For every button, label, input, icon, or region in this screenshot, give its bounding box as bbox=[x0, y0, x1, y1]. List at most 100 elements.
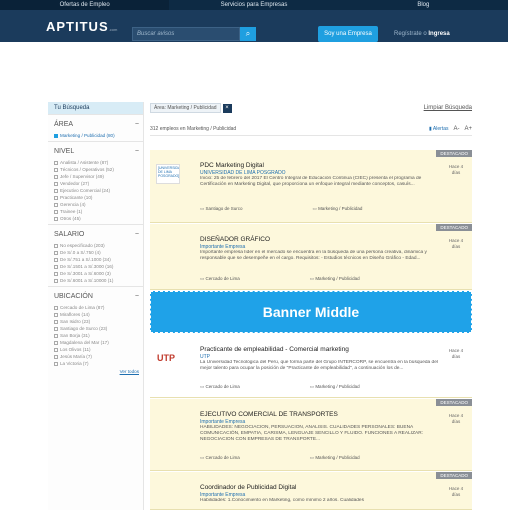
company-logo: [UNIVERSIDAD DE LIMA POSGRADO] bbox=[156, 164, 180, 184]
job-title[interactable]: Practicante de empleabilidad - Comercial… bbox=[200, 346, 349, 353]
clear-search-link[interactable]: Limpiar Búsqueda bbox=[424, 105, 472, 111]
job-area: Marketing / Publicidad bbox=[310, 276, 359, 282]
logo-subtext: .com bbox=[108, 27, 118, 32]
job-card[interactable]: DESTACADO EJECUTIVO COMERCIAL DE TRANSPO… bbox=[150, 399, 472, 471]
sidebar-title: Tu Búsqueda bbox=[48, 102, 143, 114]
checkbox-icon bbox=[54, 312, 58, 317]
font-increase-button[interactable]: A+ bbox=[464, 126, 472, 132]
job-location: Cercado de Lima bbox=[200, 455, 240, 461]
checkbox-icon bbox=[54, 188, 58, 193]
nav-ofertas-empleo[interactable]: Ofertas de Empleo bbox=[0, 0, 170, 10]
filter-option[interactable]: Jefe / Supervisor (49) bbox=[54, 173, 139, 180]
checkbox-icon bbox=[54, 319, 58, 324]
checkbox-icon bbox=[54, 202, 58, 207]
checkbox-icon bbox=[54, 354, 58, 359]
checkbox-icon bbox=[54, 271, 58, 276]
destacado-badge: DESTACADO bbox=[436, 399, 472, 406]
job-card[interactable]: DESTACADO [UNIVERSIDAD DE LIMA POSGRADO]… bbox=[150, 150, 472, 223]
posted-age: Hace 4 días bbox=[448, 413, 464, 424]
job-title[interactable]: DISEÑADOR GRÁFICO bbox=[200, 236, 270, 243]
filter-option[interactable]: Miraflores (14) bbox=[54, 311, 139, 318]
filter-option[interactable]: De S/.0 a S/.750 (4) bbox=[54, 249, 139, 256]
register-link[interactable]: Regístrate bbox=[394, 31, 422, 37]
posted-age: Hace 4 días bbox=[448, 164, 464, 175]
filter-option[interactable]: Ejecutivo Comercial (24) bbox=[54, 187, 139, 194]
aptitus-logo[interactable]: APTITUS.com bbox=[46, 19, 117, 34]
job-title[interactable]: EJECUTIVO COMERCIAL DE TRANSPORTES bbox=[200, 411, 338, 418]
filter-option[interactable]: No especificado (203) bbox=[54, 242, 139, 249]
search-input[interactable]: Buscar avisos bbox=[132, 27, 240, 41]
filter-option[interactable]: De S/.6001 a S/.10000 (1) bbox=[54, 277, 139, 284]
job-title[interactable]: Coordinador de Publicidad Digital bbox=[200, 484, 296, 491]
filter-option[interactable]: De S/.3001 a S/.6000 (3) bbox=[54, 270, 139, 277]
checkbox-icon bbox=[54, 340, 58, 345]
search-button[interactable]: ⌕ bbox=[240, 27, 256, 41]
filter-heading[interactable]: UBICACIÓN − bbox=[54, 293, 139, 300]
checkbox-icon bbox=[54, 216, 58, 221]
filter-nivel: NIVEL − Analista / Asistente (87) Técnico… bbox=[48, 141, 143, 224]
filter-ubicacion: UBICACIÓN − Cercado de Lima (87) Miraflor… bbox=[48, 286, 143, 376]
checkbox-icon bbox=[54, 257, 58, 262]
collapse-icon[interactable]: − bbox=[135, 121, 139, 128]
soy-empresa-button[interactable]: Soy una Empresa bbox=[318, 26, 378, 42]
filter-option[interactable]: Otros (45) bbox=[54, 215, 139, 222]
job-description: Inicio: 25 de febrero del 2017 El Centro… bbox=[200, 176, 422, 187]
collapse-icon[interactable]: − bbox=[135, 148, 139, 155]
remove-filter-button[interactable]: × bbox=[222, 103, 232, 113]
checkbox-icon bbox=[54, 181, 58, 186]
checkbox-icon bbox=[54, 160, 58, 165]
filter-option[interactable]: Santiago de Surco (23) bbox=[54, 325, 139, 332]
job-area: Marketing / Publicidad bbox=[313, 206, 362, 212]
job-card[interactable]: UTP Practicante de empleabilidad - Comer… bbox=[150, 338, 472, 398]
filter-sidebar: Tu Búsqueda ÁREA − Marketing / Publicidad… bbox=[48, 102, 144, 510]
nav-servicios-empresas[interactable]: Servicios para Empresas bbox=[169, 0, 338, 10]
bell-icon: ▮ bbox=[429, 125, 432, 132]
posted-age: Hace 4 días bbox=[448, 348, 464, 359]
filter-option[interactable]: Vendedor (27) bbox=[54, 180, 139, 187]
alertas-link[interactable]: ▮ Alertas bbox=[429, 126, 448, 132]
checkbox-icon bbox=[54, 250, 58, 255]
filter-option[interactable]: Analista / Asistente (87) bbox=[54, 159, 139, 166]
destacado-badge: DESTACADO bbox=[436, 224, 472, 231]
nav-blog[interactable]: Blog bbox=[339, 0, 508, 10]
job-meta: Cercado de Lima Marketing / Publicidad bbox=[200, 276, 360, 282]
collapse-icon[interactable]: − bbox=[135, 231, 139, 238]
filter-option[interactable]: De S/.751 a S/.1000 (34) bbox=[54, 256, 139, 263]
job-card[interactable]: DESTACADO DISEÑADOR GRÁFICO Importante E… bbox=[150, 224, 472, 290]
filter-option[interactable]: De S/.1501 a S/.3000 (16) bbox=[54, 263, 139, 270]
filter-option[interactable]: Magdalena del Mar (17) bbox=[54, 339, 139, 346]
checkbox-icon bbox=[54, 174, 58, 179]
search-icon: ⌕ bbox=[245, 29, 251, 38]
filter-option[interactable]: Cercado de Lima (87) bbox=[54, 304, 139, 311]
ver-todos-link[interactable]: Ver todos bbox=[54, 369, 139, 374]
results-summary: 312 empleos en Marketing / Publicidad bbox=[150, 125, 237, 132]
filter-heading[interactable]: ÁREA − bbox=[54, 121, 139, 128]
results-tools: ▮ Alertas A- A+ bbox=[429, 126, 472, 132]
job-location: Cercado de Lima bbox=[200, 276, 240, 282]
filter-option[interactable]: Practicante (10) bbox=[54, 194, 139, 201]
login-link[interactable]: Ingresa bbox=[428, 31, 449, 37]
filter-option[interactable]: Trainee (1) bbox=[54, 208, 139, 215]
filter-heading[interactable]: NIVEL − bbox=[54, 148, 139, 155]
filter-option[interactable]: La Victoria (7) bbox=[54, 360, 139, 367]
checkbox-icon bbox=[54, 209, 58, 214]
filter-option[interactable]: San Isidro (23) bbox=[54, 318, 139, 325]
filter-option[interactable]: San Borja (31) bbox=[54, 332, 139, 339]
font-decrease-button[interactable]: A- bbox=[453, 126, 459, 132]
filter-option[interactable]: Gerencia (4) bbox=[54, 201, 139, 208]
checkbox-icon bbox=[54, 361, 58, 366]
filter-option[interactable]: Los Olivos (11) bbox=[54, 346, 139, 353]
collapse-icon[interactable]: − bbox=[135, 293, 139, 300]
job-meta: Cercado de Lima Marketing / Publicidad bbox=[200, 384, 360, 390]
filter-option[interactable]: Marketing / Publicidad (80) bbox=[54, 132, 139, 139]
checkbox-icon bbox=[54, 167, 58, 172]
filter-option[interactable]: Jesús María (7) bbox=[54, 353, 139, 360]
filter-heading[interactable]: SALARIO − bbox=[54, 231, 139, 238]
banner-middle[interactable]: Banner Middle bbox=[150, 291, 472, 333]
filter-option[interactable]: Técnicos / Operativos (52) bbox=[54, 166, 139, 173]
job-description: Importante empresa líder en el mercado s… bbox=[200, 250, 427, 261]
job-card[interactable]: DESTACADO Coordinador de Publicidad Digi… bbox=[150, 472, 472, 510]
job-title[interactable]: PDC Marketing Digital bbox=[200, 162, 264, 169]
checkbox-icon bbox=[54, 347, 58, 352]
or-text: o bbox=[423, 31, 427, 37]
